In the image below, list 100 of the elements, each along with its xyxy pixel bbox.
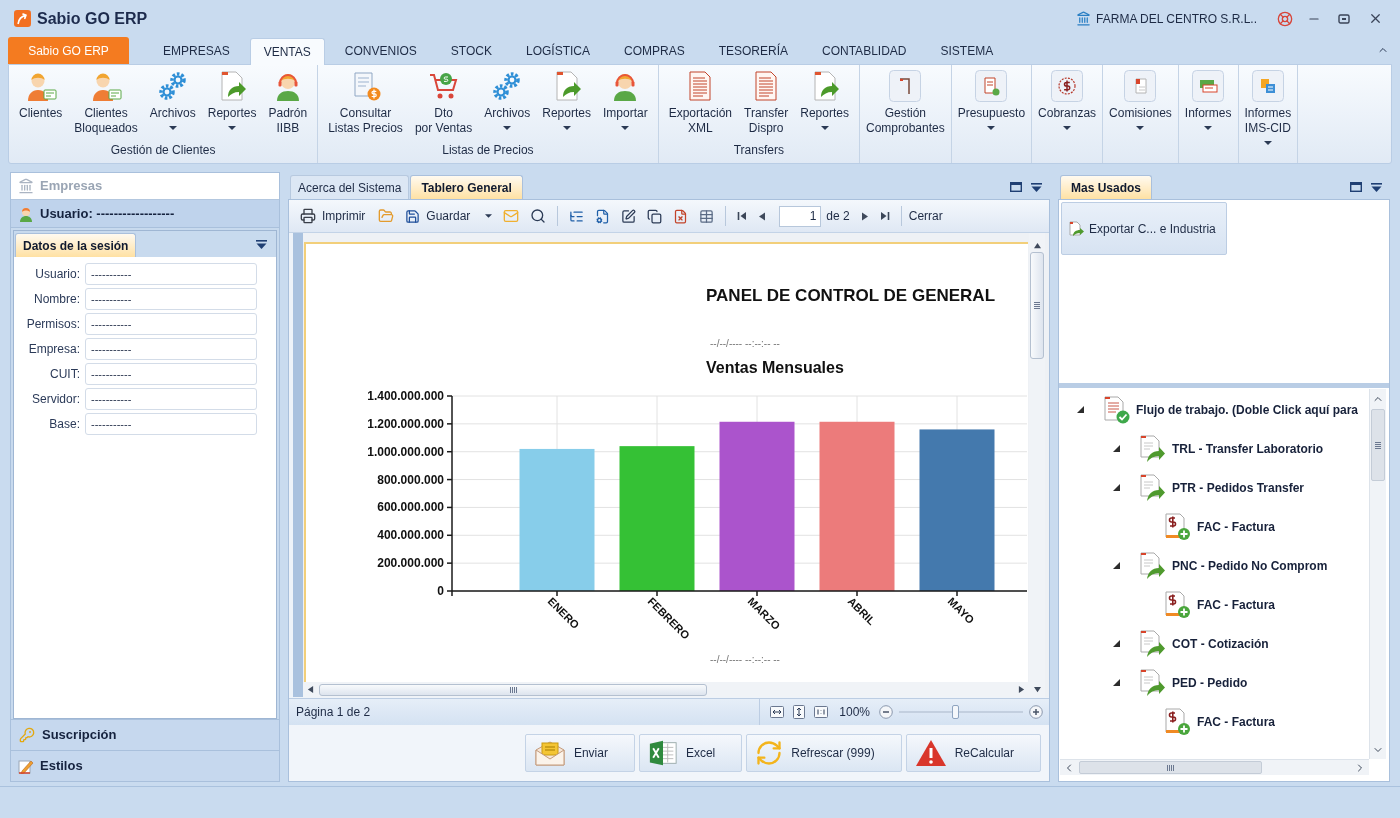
action-button[interactable]: Excel — [638, 734, 743, 772]
menu-caret-icon[interactable] — [1371, 182, 1382, 192]
search-icon[interactable] — [530, 208, 547, 224]
ribbon-button[interactable]: Exportación XML — [662, 70, 739, 136]
ribbon-tab[interactable]: TESORERÍA — [704, 37, 802, 64]
panel-tab[interactable]: Acerca del Sistema — [290, 175, 410, 199]
ribbon-button[interactable]: Reportes — [794, 70, 855, 130]
scroll-right-icon[interactable] — [1018, 685, 1025, 694]
fit-page-icon[interactable] — [793, 705, 806, 719]
ribbon-button[interactable]: Informes — [1180, 70, 1236, 130]
ribbon-tab[interactable]: SISTEMA — [926, 37, 1008, 64]
text-field[interactable]: ----------- — [85, 363, 257, 385]
menu-caret-icon[interactable] — [1031, 182, 1042, 192]
previous-page-icon[interactable] — [758, 211, 767, 221]
page-field[interactable]: 1 — [779, 205, 822, 227]
panel-tab[interactable]: Mas Usados — [1060, 175, 1153, 199]
table-icon[interactable] — [699, 208, 715, 224]
ribbon-tab[interactable]: VENTAS — [249, 38, 325, 65]
expanded-triangle-icon[interactable] — [1112, 484, 1120, 491]
ribbon-button[interactable]: Importar — [596, 70, 654, 130]
ribbon-tab[interactable]: CONTABLIDAD — [808, 37, 921, 64]
ribbon-tab[interactable]: LOGÍSTICA — [511, 37, 604, 64]
tree-item-label[interactable]: FAC - Factura — [1197, 595, 1275, 614]
tree-item-label[interactable]: PTR - Pedidos Transfer — [1172, 478, 1305, 497]
restore-icon[interactable] — [1338, 12, 1350, 25]
tree-item-label[interactable]: FAC - Factura — [1197, 517, 1275, 536]
text-field[interactable]: ----------- — [85, 288, 257, 310]
document-gear-icon[interactable] — [595, 208, 611, 224]
document-delete-icon[interactable] — [673, 208, 689, 224]
zoom-in-icon[interactable] — [1029, 705, 1043, 719]
save-button[interactable]: Guardar — [405, 207, 493, 225]
slider-thumb[interactable] — [951, 705, 959, 719]
ribbon-button[interactable]: Consultar Listas Precios — [322, 70, 409, 136]
vertical-scrollbar[interactable] — [1369, 389, 1386, 759]
expanded-triangle-icon[interactable] — [1112, 562, 1120, 569]
close-report-button[interactable]: Cerrar — [908, 207, 943, 225]
tree-item-label[interactable]: FAC - Factura — [1197, 712, 1275, 731]
close-icon[interactable] — [1368, 11, 1383, 26]
tree-item-label[interactable]: Flujo de trabajo. (Doble Click aquí para — [1136, 400, 1359, 419]
scrollbar-thumb[interactable] — [1371, 409, 1385, 481]
window-icon[interactable] — [1010, 182, 1022, 192]
tree-item-label[interactable]: PNC - Pedido No Comprom — [1172, 556, 1328, 575]
window-icon[interactable] — [1350, 182, 1362, 192]
panel-tab[interactable]: Tablero General — [410, 175, 523, 199]
zoom-out-icon[interactable] — [879, 705, 893, 719]
edit-icon[interactable] — [621, 208, 637, 224]
copy-icon[interactable] — [647, 208, 663, 224]
ribbon-button[interactable]: Dto por Ventas — [408, 70, 479, 136]
ribbon-button[interactable]: Comisiones — [1105, 70, 1176, 130]
ribbon-button[interactable]: Archivos — [143, 70, 202, 130]
fit-width-icon[interactable] — [770, 706, 785, 718]
action-button[interactable]: ReCalcular — [905, 734, 1041, 772]
ribbon-button[interactable]: Gestión Comprobantes — [861, 70, 949, 136]
last-page-icon[interactable] — [879, 211, 890, 221]
ribbon-button[interactable]: Clientes Bloqueados — [68, 70, 144, 136]
scrollbar-thumb[interactable] — [1079, 761, 1262, 774]
actual-size-icon[interactable] — [814, 706, 829, 718]
lifebuoy-icon[interactable] — [1277, 10, 1293, 27]
expanded-triangle-icon[interactable] — [1076, 406, 1084, 413]
list-icon[interactable] — [569, 208, 585, 224]
ribbon-tab[interactable]: COMPRAS — [609, 37, 699, 64]
ribbon-tab[interactable]: STOCK — [436, 37, 506, 64]
text-field[interactable]: ----------- — [85, 313, 257, 335]
ribbon-button[interactable]: Transfer Dispro — [738, 70, 795, 136]
scroll-up-icon[interactable] — [1032, 242, 1042, 249]
expanded-triangle-icon[interactable] — [1112, 679, 1120, 686]
print-button[interactable]: Imprimir — [300, 207, 366, 225]
shortcut-button[interactable]: Exportar C... e Industria — [1061, 202, 1227, 255]
ribbon-button[interactable]: Presupuesto — [953, 70, 1030, 130]
horizontal-scrollbar[interactable] — [1060, 759, 1369, 775]
ribbon-tab[interactable]: CONVENIOS — [330, 37, 431, 64]
action-button[interactable]: Refrescar (999) — [746, 734, 902, 772]
ribbon-button[interactable]: Reportes — [201, 70, 263, 130]
scroll-down-icon[interactable] — [1032, 686, 1042, 693]
scrollbar-thumb[interactable] — [319, 683, 707, 696]
text-field[interactable]: ----------- — [85, 413, 257, 435]
panel-tab[interactable]: Datos de la sesión — [15, 233, 137, 257]
tree-item-label[interactable]: TRL - Transfer Laboratorio — [1172, 439, 1324, 458]
expanded-triangle-icon[interactable] — [1112, 640, 1120, 647]
text-field[interactable]: ----------- — [85, 338, 257, 360]
text-field[interactable]: ----------- — [85, 263, 257, 285]
first-page-icon[interactable] — [737, 211, 748, 221]
zoom-slider[interactable] — [899, 705, 1023, 719]
ribbon-button[interactable]: Padrón IIBB — [262, 70, 314, 136]
scroll-left-icon[interactable] — [307, 685, 314, 694]
ribbon-tab[interactable]: EMPRESAS — [149, 37, 244, 64]
ribbon-button[interactable]: Informes IMS-CID — [1240, 70, 1296, 145]
tree-item-label[interactable]: COT - Cotización — [1172, 634, 1269, 653]
ribbon-button[interactable]: Archivos — [478, 70, 537, 130]
ribbon-button[interactable]: Clientes — [13, 70, 69, 121]
expanded-triangle-icon[interactable] — [1112, 445, 1120, 452]
scrollbar-thumb[interactable] — [1030, 252, 1044, 359]
action-button[interactable]: Enviar — [524, 734, 635, 772]
menu-caret-icon[interactable] — [256, 240, 267, 249]
ribbon-button[interactable]: Reportes — [536, 70, 597, 130]
text-field[interactable]: ----------- — [85, 388, 257, 410]
ribbon-button[interactable]: Cobranzas — [1034, 70, 1101, 130]
accordion-header[interactable]: Usuario: ------------------ — [11, 200, 279, 228]
next-page-icon[interactable] — [860, 211, 869, 221]
tree-item-label[interactable]: PED - Pedido — [1172, 673, 1248, 692]
